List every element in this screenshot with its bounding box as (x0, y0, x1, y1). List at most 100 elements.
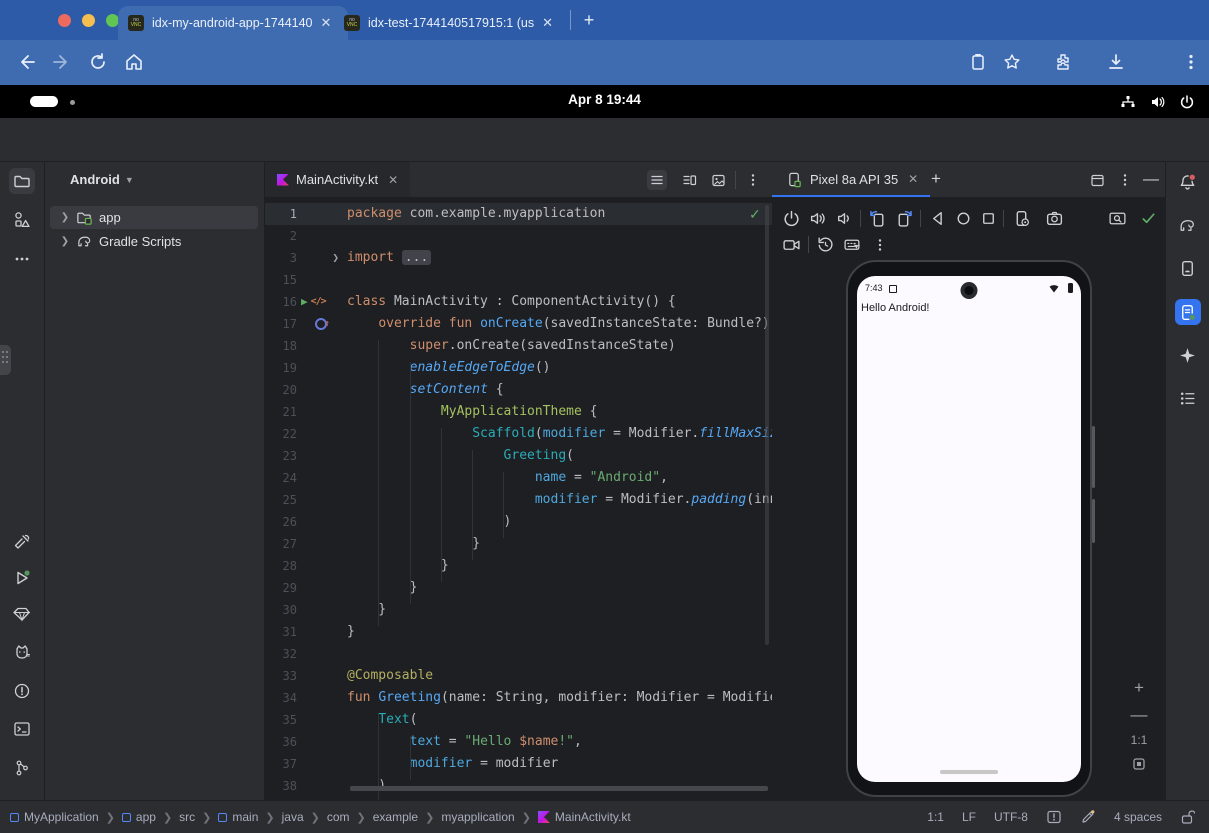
terminal-tool-button[interactable] (9, 716, 35, 742)
extensions-icon[interactable] (1053, 52, 1073, 72)
macos-minimize-button[interactable] (82, 14, 95, 27)
editor-tab-mainactivity[interactable]: MainActivity.kt ✕ (265, 162, 410, 197)
emulator-more-kebab-icon[interactable] (870, 235, 890, 255)
caret-position[interactable]: 1:1 (927, 810, 944, 824)
run-tool-button[interactable] (9, 565, 35, 591)
unlocked-icon[interactable] (1180, 809, 1195, 825)
structure-tool-button[interactable] (1175, 385, 1201, 411)
build-tool-button[interactable] (9, 529, 35, 555)
add-device-tab-button[interactable]: + (926, 169, 946, 189)
volume-icon[interactable] (1150, 94, 1166, 110)
stripe-drag-handle[interactable] (0, 345, 11, 375)
device-settings-icon[interactable] (1012, 209, 1031, 228)
reload-icon[interactable] (88, 52, 108, 72)
home-icon[interactable] (124, 52, 144, 72)
highlighting-level-icon[interactable] (1080, 809, 1096, 825)
run-gutter-icon[interactable]: ▶ (301, 291, 308, 313)
clipboard-icon[interactable] (968, 52, 988, 72)
devices-layout-button[interactable] (1087, 170, 1107, 190)
hardware-input-icon[interactable] (843, 235, 862, 254)
breadcrumb-item[interactable]: com (327, 810, 350, 824)
editor-options-kebab-icon[interactable] (743, 170, 763, 190)
gradle-tool-button[interactable] (1175, 212, 1201, 238)
back-icon[interactable] (16, 52, 36, 72)
more-tool-windows-button[interactable] (9, 246, 35, 272)
editor-preview-button[interactable] (708, 170, 728, 190)
editor-split-view-button[interactable] (679, 170, 699, 190)
network-icon[interactable] (1120, 94, 1136, 110)
breadcrumb-item[interactable]: example (373, 810, 418, 824)
download-icon[interactable] (1106, 52, 1126, 72)
rotate-right-icon[interactable] (895, 209, 914, 228)
record-screen-icon[interactable] (782, 235, 801, 254)
indent-setting[interactable]: 4 spaces (1114, 810, 1162, 824)
app-quality-insights-tool-button[interactable] (9, 601, 35, 627)
line-separator[interactable]: LF (962, 810, 976, 824)
breadcrumb[interactable]: MyApplication❯app❯src❯main❯java❯com❯exam… (10, 810, 631, 824)
macos-close-button[interactable] (58, 14, 71, 27)
logcat-tool-button[interactable] (9, 639, 35, 665)
browser-tab-2[interactable]: noVNC idx-test-1744140517915:1 (us ✕ (334, 6, 582, 40)
new-tab-button[interactable]: + (578, 9, 600, 31)
compose-preview-gutter-icon[interactable]: </> (311, 291, 326, 313)
tree-item-app[interactable]: ❯ app (50, 206, 258, 229)
problems-tool-button[interactable] (9, 678, 35, 704)
power-icon[interactable] (1179, 94, 1195, 110)
override-gutter-icon[interactable] (315, 318, 327, 330)
tab-close-icon[interactable]: ✕ (388, 173, 398, 187)
inspection-ok-check-icon[interactable]: ✓ (749, 206, 761, 223)
device-tab-pixel8a[interactable]: Pixel 8a API 35 ✕ (786, 162, 918, 196)
forward-icon[interactable] (52, 52, 72, 72)
zoom-fit-button[interactable] (1128, 757, 1150, 771)
tab-close-icon[interactable]: ✕ (321, 15, 332, 31)
rotate-left-icon[interactable] (868, 209, 887, 228)
desktop-clock[interactable]: Apr 8 19:44 (0, 92, 1209, 107)
editor-area[interactable]: MainActivity.kt ✕ 1package com.example.m… (265, 162, 772, 800)
browser-tab-1[interactable]: noVNC idx-my-android-app-1744140 ✕ (118, 6, 348, 40)
breadcrumb-item[interactable]: src (179, 810, 195, 824)
file-encoding[interactable]: UTF-8 (994, 810, 1028, 824)
screen-search-icon[interactable] (1108, 209, 1127, 228)
android-back-icon[interactable] (929, 209, 948, 228)
tab-close-icon[interactable]: ✕ (542, 15, 553, 31)
editor-horizontal-scrollbar[interactable] (350, 786, 768, 791)
left-tool-stripe (0, 162, 45, 800)
screenshot-camera-icon[interactable] (1045, 209, 1064, 228)
editor-vertical-scrollbar[interactable] (765, 205, 769, 645)
breadcrumb-item[interactable]: main (218, 810, 258, 824)
chevron-right-icon[interactable]: ❯ (58, 212, 72, 223)
gemini-tool-button[interactable] (1175, 342, 1201, 368)
breadcrumb-item[interactable]: MainActivity.kt (538, 810, 631, 824)
breadcrumb-item[interactable]: MyApplication (10, 810, 99, 824)
android-home-icon[interactable] (954, 209, 973, 228)
emulator-phone-screen[interactable]: 7:43 Hello Android! (857, 276, 1081, 782)
resource-manager-tool-button[interactable] (9, 207, 35, 233)
devices-options-kebab-icon[interactable] (1115, 170, 1135, 190)
fold-arrow-icon[interactable]: ❯ (332, 247, 339, 269)
breadcrumb-item[interactable]: java (282, 810, 304, 824)
inspection-widget-icon[interactable] (1046, 809, 1062, 825)
snapshot-reset-icon[interactable] (816, 235, 835, 254)
android-overview-icon[interactable] (979, 209, 998, 228)
project-view-selector[interactable]: Android ▼ (70, 172, 134, 187)
bookmark-star-icon[interactable] (1002, 52, 1022, 72)
volume-up-icon[interactable] (809, 209, 828, 228)
zoom-out-button[interactable]: — (1128, 705, 1150, 725)
running-devices-tool-button[interactable] (1175, 299, 1201, 325)
editor-view-list-button[interactable] (647, 170, 667, 190)
breadcrumb-item[interactable]: app (122, 810, 156, 824)
chevron-right-icon[interactable]: ❯ (58, 236, 72, 247)
zoom-in-button[interactable]: + (1128, 678, 1150, 698)
devices-minimize-button[interactable]: — (1141, 170, 1161, 190)
breadcrumb-item[interactable]: myapplication (441, 810, 514, 824)
browser-menu-kebab-icon[interactable] (1181, 52, 1201, 72)
tree-item-gradle-scripts[interactable]: ❯ Gradle Scripts (50, 230, 258, 253)
volume-down-icon[interactable] (835, 209, 854, 228)
emulator-power-icon[interactable] (782, 209, 801, 228)
ok-check-icon[interactable] (1140, 210, 1157, 227)
notifications-button[interactable] (1175, 169, 1201, 195)
version-control-tool-button[interactable] (9, 755, 35, 781)
device-manager-tool-button[interactable] (1175, 255, 1201, 281)
project-tool-button[interactable] (9, 168, 35, 194)
tab-close-icon[interactable]: ✕ (908, 172, 918, 186)
